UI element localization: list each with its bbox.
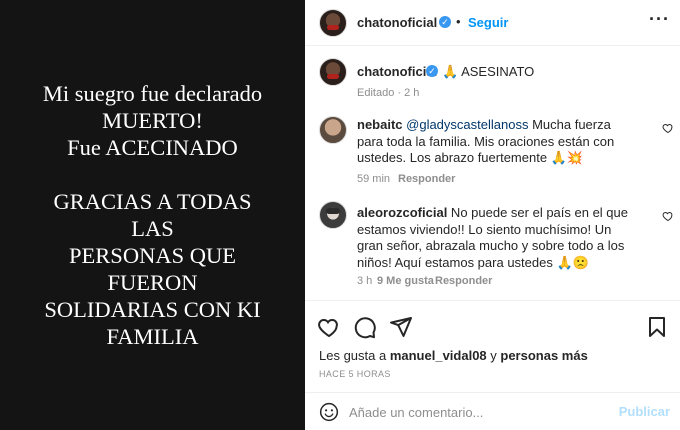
post-image[interactable]: Mi suegro fue declarado MUERTO! Fue ACEC… [0,0,305,430]
post-line: PERSONAS QUE [69,243,236,268]
more-options-icon[interactable]: ··· [649,9,670,30]
post-timestamp[interactable]: HACE 5 HORAS [319,369,391,379]
like-comment-heart-icon[interactable] [662,210,674,222]
post-line: MUERTO! [102,108,203,133]
likes-prefix: Les gusta a [319,348,390,363]
likes-summary: Les gusta a manuel_vidal08 y personas má… [319,348,588,363]
follow-button[interactable]: Seguir [468,15,508,30]
post-line: LAS [131,216,174,241]
emoji-icon[interactable] [319,402,339,422]
post-line: Mi suegro fue declarado [42,81,263,106]
likes-middle: y [486,348,501,363]
caption-text: 🙏 ASESINATO [442,64,535,79]
comment-text: nebaitc @gladyscastellanoss Mucha fuerza… [357,117,637,167]
post-line: Fue ACECINADO [67,135,238,160]
verified-badge-icon: ✓ [426,65,438,77]
like-heart-icon[interactable] [317,315,341,339]
separator-dot: • [456,14,461,29]
caption-meta: Editado · 2 h [357,87,420,99]
reply-button[interactable]: Responder [435,275,492,287]
comment-time[interactable]: 59 min [357,173,390,185]
post-line: FAMILIA [106,324,199,349]
likes-others-link[interactable]: personas más [500,348,587,363]
publish-button[interactable]: Publicar [619,404,670,419]
comment-mention[interactable]: @gladyscastellanoss [406,117,528,132]
verified-badge-icon: ✓ [439,16,451,28]
comment-bar: Publicar [305,392,680,430]
author-avatar[interactable] [319,9,347,37]
comment-username[interactable]: aleorozcoficial [357,205,447,220]
post-line: SOLIDARIAS CON KI [44,297,261,322]
comment-likes-count[interactable]: 9 Me gusta [377,275,434,287]
save-bookmark-icon[interactable] [645,315,669,339]
caption-avatar[interactable] [319,58,347,86]
post-line-gap [8,161,298,188]
share-paper-plane-icon[interactable] [389,315,413,339]
comment-avatar[interactable] [319,116,347,144]
reply-button[interactable]: Responder [398,173,455,185]
author-username[interactable]: chatonoficial [357,15,437,30]
post-image-text: Mi suegro fue declarado MUERTO! Fue ACEC… [8,80,298,350]
comment-username[interactable]: nebaitc [357,117,403,132]
comment-text: aleorozcoficial No puede ser el país en … [357,205,637,271]
like-comment-heart-icon[interactable] [662,122,674,134]
post-actions [305,300,680,350]
post-line: GRACIAS A TODAS [53,189,252,214]
comment-time[interactable]: 3 h [357,275,372,287]
post-line: FUERON [107,270,198,295]
likes-user-link[interactable]: manuel_vidal08 [390,348,487,363]
comment-bubble-icon[interactable] [353,315,377,339]
comment-input[interactable] [349,403,609,421]
post-header: chatonoficial ✓ • Seguir ··· [305,0,680,46]
post-side-panel: chatonoficial ✓ • Seguir ··· chatonofici… [305,0,680,430]
comment-avatar[interactable] [319,201,347,229]
